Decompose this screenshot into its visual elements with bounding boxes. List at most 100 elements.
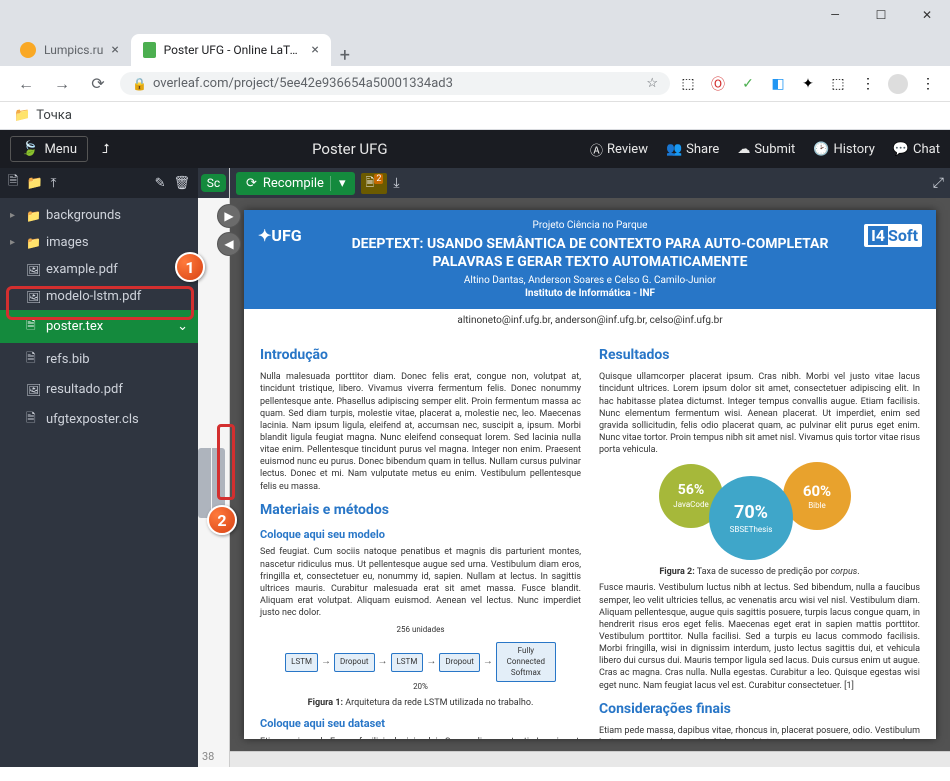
folder-images[interactable]: ▸📁images [0, 229, 198, 256]
tab-overleaf[interactable]: Poster UFG - Online LaTeX Editor × [131, 34, 331, 66]
ext-icon[interactable]: ⬚ [678, 74, 698, 94]
recompile-button[interactable]: ⟳ Recompile ▾ [236, 172, 355, 195]
heading-final: Considerações finais [599, 700, 920, 719]
avatar[interactable] [888, 74, 908, 94]
folder-icon: 📁 [14, 108, 30, 123]
menu-icon[interactable]: ⋮ [918, 74, 938, 94]
address-bar[interactable]: 🔒 overleaf.com/project/5ee42e936654a5000… [120, 72, 670, 95]
collapse-right-icon[interactable]: ▶ [217, 204, 241, 228]
history-button[interactable]: 🕑History [813, 142, 875, 157]
figure-1: LSTM→ Dropout→ LSTM→ Dropout→ Fully Conn… [260, 632, 581, 686]
folder-icon: 📁 [26, 209, 40, 223]
file-example[interactable]: 🖼example.pdf [0, 256, 198, 283]
extensions: ⬚ Ⓞ ✓ ◧ ✦ ⬚ ⋮ ⋮ [678, 74, 938, 94]
sidebar-toolbar: 🗎 📁 ⤒ ✎ 🗑 [0, 168, 198, 198]
app-topbar: 🍃 Menu ⮥ Poster UFG ⒶReview 👥Share ☁Subm… [0, 130, 950, 168]
chevron-down-icon[interactable]: ⌄ [177, 319, 188, 334]
circle-bible: 60%Bible [783, 462, 851, 530]
pdf-page: ✦UFG I4Soft Projeto Ciência no Parque DE… [244, 210, 936, 739]
window-controls: — ☐ ✕ [0, 0, 950, 30]
ext-icon[interactable]: ✓ [738, 74, 758, 94]
review-icon: Ⓐ [590, 140, 603, 159]
download-icon[interactable]: ⤓ [393, 175, 399, 191]
tex-icon: 🗎 [26, 316, 40, 337]
url-text: overleaf.com/project/5ee42e936654a500013… [153, 76, 453, 91]
pdf-icon: 🖼 [26, 290, 40, 304]
ext-icon[interactable]: ✦ [798, 74, 818, 94]
close-icon[interactable]: × [311, 42, 318, 58]
collapse-left-icon[interactable]: ◀ [217, 232, 241, 256]
favicon-icon [143, 42, 156, 58]
file-modelo[interactable]: 🖼modelo-lstm.pdf [0, 283, 198, 310]
text-results2: Fusce mauris. Vestibulum luctus nibh at … [599, 582, 920, 691]
home-icon[interactable]: ⮥ [102, 142, 110, 157]
bib-icon: 🗎 [26, 349, 40, 370]
submit-button[interactable]: ☁Submit [737, 142, 795, 157]
folder-backgrounds[interactable]: ▸📁backgrounds [0, 202, 198, 229]
text-intro: Nulla malesuada porttitor diam. Donec fe… [260, 371, 581, 492]
text-results: Quisque ullamcorper placerat ipsum. Cras… [599, 371, 920, 456]
heading-materials: Materiais e métodos [260, 501, 581, 520]
line-number: 38 [202, 750, 214, 763]
delete-icon[interactable]: 🗑 [173, 176, 190, 191]
tabs-row: Lumpics.ru × Poster UFG - Online LaTeX E… [0, 30, 950, 66]
heading-results: Resultados [599, 346, 920, 365]
maximize-button[interactable]: ☐ [858, 8, 904, 22]
menu-button[interactable]: 🍃 Menu [10, 136, 88, 162]
minimize-button[interactable]: — [812, 8, 858, 22]
new-folder-icon[interactable]: 📁 [26, 176, 42, 191]
cls-icon: 🗎 [26, 409, 40, 430]
isoft-logo: I4Soft [864, 224, 922, 247]
ext-icon[interactable]: Ⓞ [708, 74, 728, 94]
favicon-icon [20, 42, 36, 58]
rename-icon[interactable]: ✎ [155, 176, 166, 191]
back-button[interactable]: ← [12, 74, 40, 94]
new-tab-button[interactable]: + [331, 45, 359, 66]
annotation-marker-2: 2 [207, 505, 237, 535]
address-row: ← → ⟳ 🔒 overleaf.com/project/5ee42e93665… [0, 66, 950, 102]
heading-intro: Introdução [260, 346, 581, 365]
ext-icon[interactable]: ⋮ [858, 74, 878, 94]
text-final: Etiam pede massa, dapibus vitae, rhoncus… [599, 725, 920, 739]
pdf-icon: 🖼 [26, 383, 40, 397]
tab-label: Poster UFG - Online LaTeX Editor [164, 43, 304, 57]
history-icon: 🕑 [813, 142, 829, 157]
pdf-viewport[interactable]: ✦UFG I4Soft Projeto Ciência no Parque DE… [230, 198, 950, 751]
file-resultado[interactable]: 🖼resultado.pdf [0, 376, 198, 403]
lock-icon: 🔒 [132, 77, 147, 91]
new-file-icon[interactable]: 🗎 [8, 172, 18, 194]
share-button[interactable]: 👥Share [666, 142, 719, 157]
heading-dataset: Coloque aqui seu dataset [260, 717, 581, 732]
upload-icon[interactable]: ⤒ [51, 176, 57, 191]
file-refs[interactable]: 🗎refs.bib [0, 343, 198, 376]
ext-icon[interactable]: ⬚ [828, 74, 848, 94]
expand-icon[interactable]: ⤢ [933, 175, 944, 191]
review-button[interactable]: ⒶReview [590, 140, 648, 159]
file-sidebar: 🗎 📁 ⤒ ✎ 🗑 ▸📁backgrounds ▸📁images 🖼exampl… [0, 168, 198, 767]
bookmark-folder[interactable]: 📁Точка [14, 108, 72, 123]
text-dataset: Etiam euismod. Fusce facilisis lacinia d… [260, 736, 581, 739]
tab-label: Lumpics.ru [44, 43, 103, 57]
poster-title: DEEPTEXT: USANDO SEMÂNTICA DE CONTEXTO P… [258, 235, 922, 271]
chevron-down-icon[interactable]: ▾ [330, 176, 346, 191]
logs-button[interactable]: 🗎2 [361, 173, 387, 194]
source-button[interactable]: Sc [201, 174, 226, 192]
forward-button[interactable]: → [48, 74, 76, 94]
ext-icon[interactable]: ◧ [768, 74, 788, 94]
tab-lumpics[interactable]: Lumpics.ru × [8, 34, 131, 66]
chat-button[interactable]: 💬Chat [893, 142, 940, 157]
file-cls[interactable]: 🗎ufgtexposter.cls [0, 403, 198, 436]
preview-toolbar: ⟳ Recompile ▾ 🗎2 ⤓ ⤢ [230, 168, 950, 198]
submit-icon: ☁ [737, 142, 750, 157]
heading-model: Coloque aqui seu modelo [260, 528, 581, 543]
annotation-marker-1: 1 [175, 252, 205, 282]
close-button[interactable]: ✕ [904, 8, 950, 22]
close-icon[interactable]: × [111, 42, 118, 58]
file-poster-tex[interactable]: 🗎poster.tex⌄ [0, 310, 198, 343]
poster-authors: Altino Dantas, Anderson Soares e Celso G… [258, 275, 922, 286]
circle-sbse: 70%SBSEThesis [709, 476, 793, 560]
reload-button[interactable]: ⟳ [84, 74, 112, 93]
star-icon[interactable]: ☆ [646, 76, 658, 91]
poster-institute: Instituto de Informática - INF [258, 288, 922, 299]
horizontal-scrollbar[interactable] [230, 751, 950, 767]
